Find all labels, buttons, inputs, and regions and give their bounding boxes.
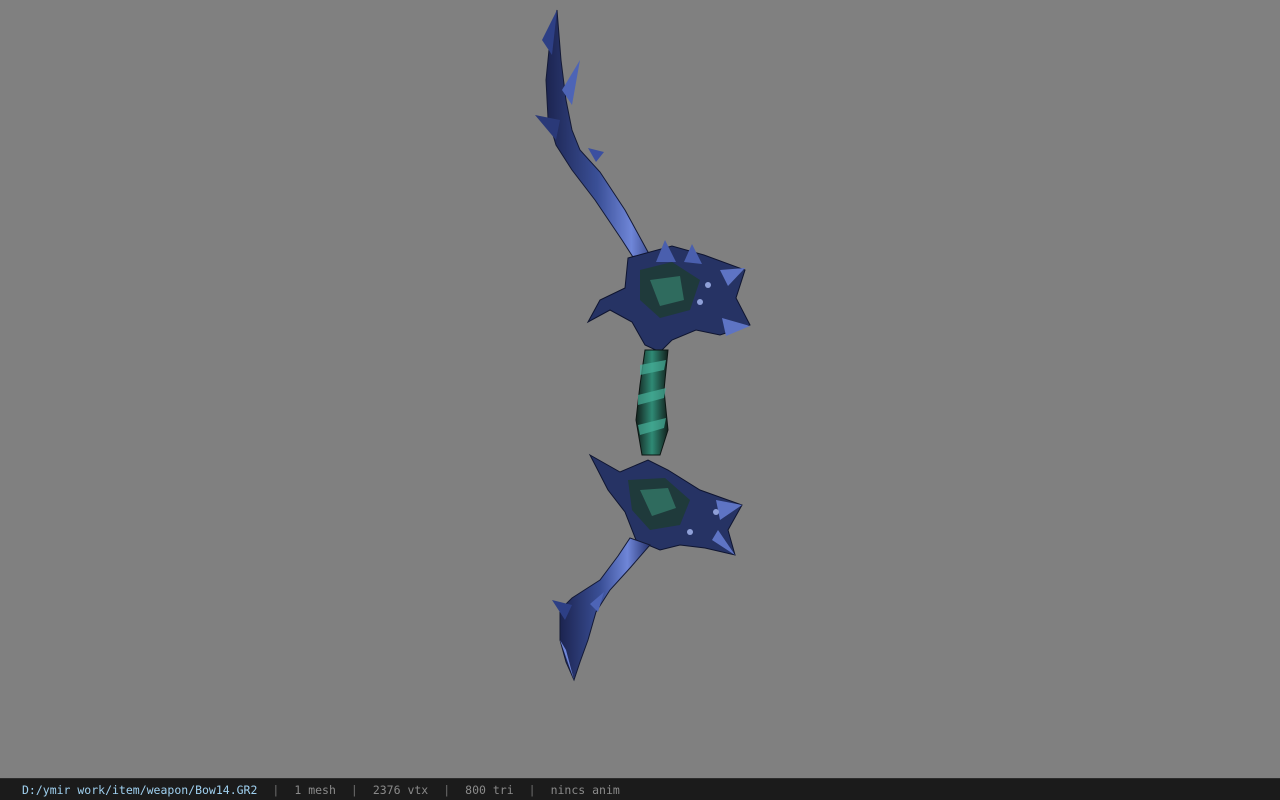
separator: | <box>272 782 280 797</box>
triangle-count: 800 tri <box>465 782 514 797</box>
status-bar: D:/ymir work/item/weapon/Bow14.GR2 | 1 m… <box>0 778 1280 800</box>
animation-status: nincs anim <box>550 782 620 797</box>
upper-limb <box>535 9 662 269</box>
lower-limb <box>552 537 651 682</box>
mesh-count: 1 mesh <box>294 782 336 797</box>
3d-viewport[interactable] <box>0 0 1280 778</box>
file-path: D:/ymir work/item/weapon/Bow14.GR2 <box>22 782 258 797</box>
vertex-count: 2376 vtx <box>372 782 429 797</box>
grip <box>635 349 669 456</box>
upper-riser <box>586 240 751 353</box>
separator: | <box>350 782 358 797</box>
separator: | <box>528 782 536 797</box>
bow-model <box>535 9 751 682</box>
lower-riser <box>588 453 743 556</box>
separator: | <box>443 782 451 797</box>
